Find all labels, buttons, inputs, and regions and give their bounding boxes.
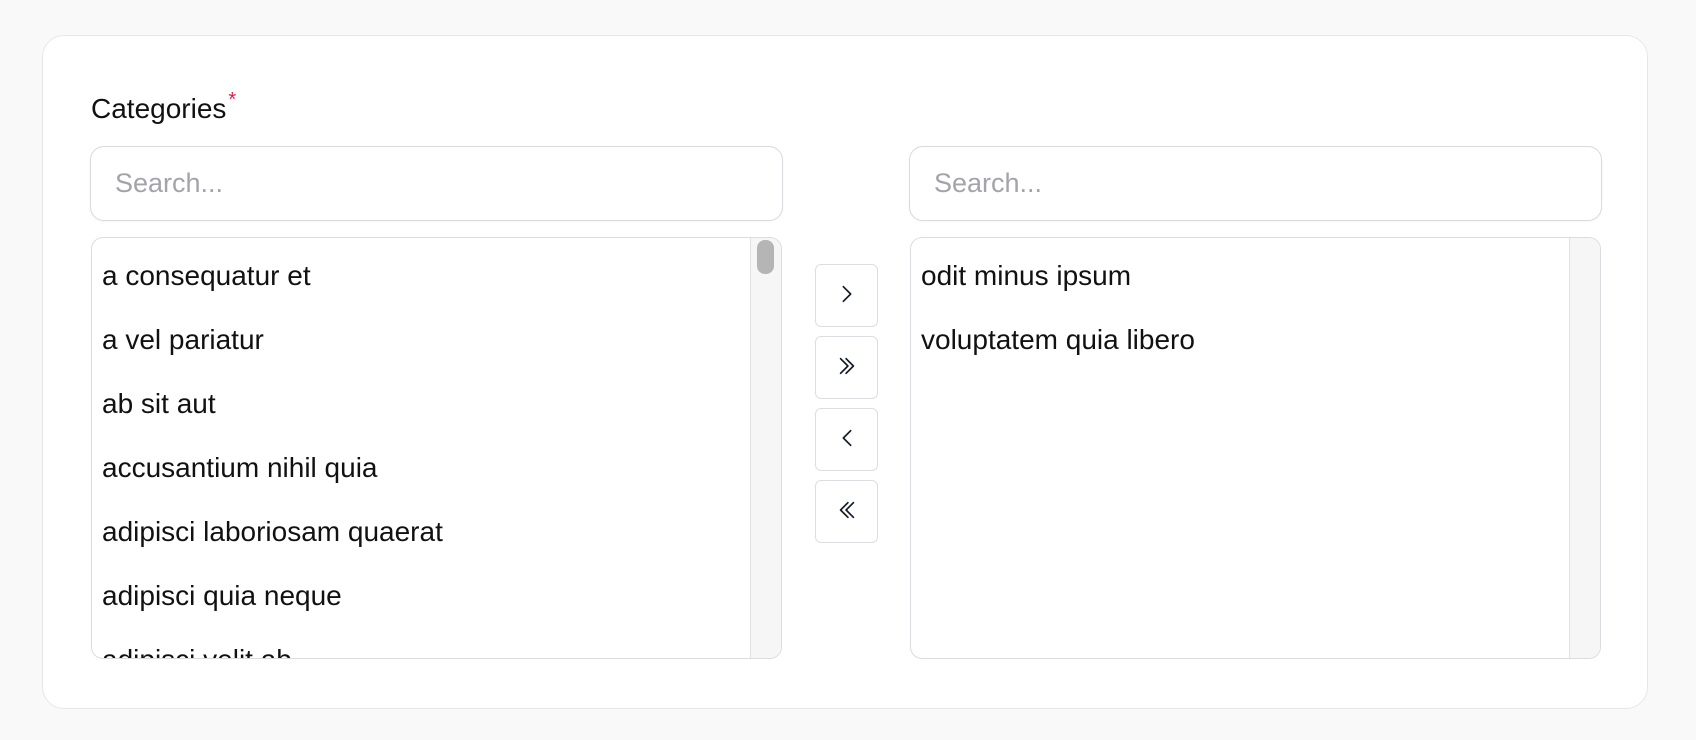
chevron-right-icon bbox=[836, 283, 858, 308]
field-label-text: Categories bbox=[91, 93, 227, 124]
required-marker: * bbox=[228, 89, 237, 111]
move-all-right-button[interactable] bbox=[815, 336, 878, 399]
move-selected-right-button[interactable] bbox=[815, 264, 878, 327]
available-search-input[interactable] bbox=[90, 146, 783, 221]
list-item[interactable]: ab sit aut bbox=[92, 386, 750, 450]
selected-search-input[interactable] bbox=[909, 146, 1602, 221]
available-listbox[interactable]: a consequatur et a vel pariatur ab sit a… bbox=[91, 237, 782, 659]
categories-label: Categories * bbox=[91, 89, 237, 130]
list-item[interactable]: voluptatem quia libero bbox=[911, 322, 1569, 386]
double-chevron-left-icon bbox=[836, 499, 858, 524]
move-all-left-button[interactable] bbox=[815, 480, 878, 543]
list-item[interactable]: accusantium nihil quia bbox=[92, 450, 750, 514]
selected-scrollbar[interactable] bbox=[1569, 238, 1600, 658]
list-item[interactable]: odit minus ipsum bbox=[911, 258, 1569, 322]
chevron-left-icon bbox=[836, 427, 858, 452]
scrollbar-thumb[interactable] bbox=[757, 240, 774, 274]
selected-list: odit minus ipsum voluptatem quia libero bbox=[911, 238, 1569, 658]
list-item[interactable]: adipisci quia neque bbox=[92, 578, 750, 642]
list-item[interactable]: adipisci velit ab bbox=[92, 642, 750, 658]
move-selected-left-button[interactable] bbox=[815, 408, 878, 471]
list-item[interactable]: adipisci laboriosam quaerat bbox=[92, 514, 750, 578]
list-item[interactable]: a consequatur et bbox=[92, 258, 750, 322]
double-chevron-right-icon bbox=[836, 355, 858, 380]
available-list: a consequatur et a vel pariatur ab sit a… bbox=[92, 238, 750, 658]
available-scrollbar[interactable] bbox=[750, 238, 781, 658]
selected-listbox[interactable]: odit minus ipsum voluptatem quia libero bbox=[910, 237, 1601, 659]
list-item[interactable]: a vel pariatur bbox=[92, 322, 750, 386]
